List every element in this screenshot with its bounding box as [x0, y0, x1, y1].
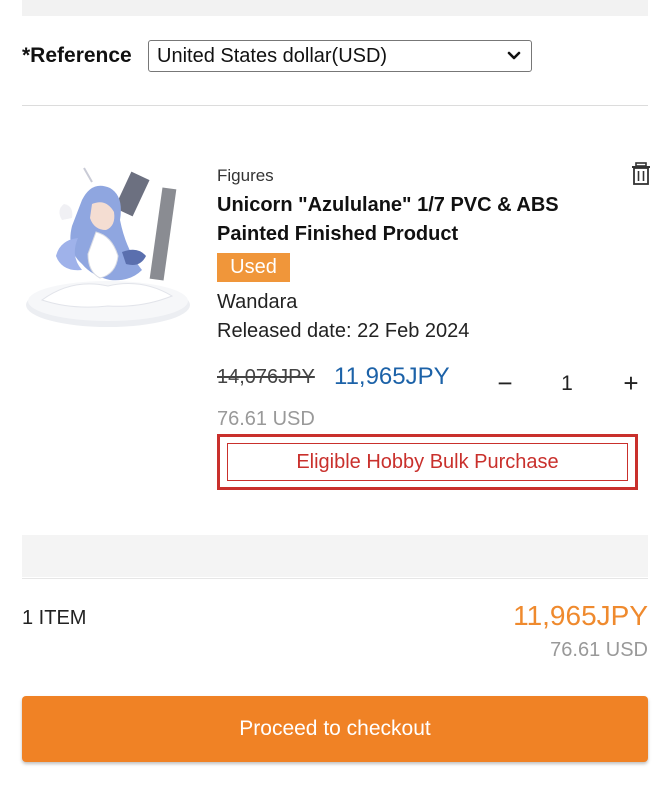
trash-icon[interactable]: [630, 162, 652, 186]
item-count: 1 ITEM: [22, 607, 87, 629]
quantity-value[interactable]: 1: [556, 372, 578, 396]
divider: [22, 578, 648, 579]
reference-row: *Reference United States dollar(USD): [22, 38, 532, 74]
sale-price: 11,965JPY: [334, 363, 450, 390]
divider: [22, 105, 648, 106]
release-date: Released date: 22 Feb 2024: [217, 320, 470, 342]
usd-price: 76.61 USD: [217, 408, 315, 430]
top-strip: [22, 0, 648, 16]
bulk-purchase-highlight: Eligible Hobby Bulk Purchase: [217, 434, 638, 490]
total-price-jpy: 11,965JPY: [513, 600, 648, 631]
chevron-down-icon: [507, 51, 521, 60]
proceed-to-checkout-button[interactable]: Proceed to checkout: [22, 696, 648, 762]
quantity-decrease-button[interactable]: −: [494, 368, 516, 398]
original-price: 14,076JPY: [217, 366, 315, 388]
quantity-increase-button[interactable]: +: [620, 368, 642, 398]
product-category: Figures: [217, 166, 274, 185]
product-image[interactable]: [22, 160, 194, 340]
section-separator: [22, 535, 648, 577]
product-maker: Wandara: [217, 291, 298, 313]
condition-badge: Used: [217, 253, 290, 282]
product-title[interactable]: Unicorn "Azululane" 1/7 PVC & ABS Painte…: [217, 191, 597, 249]
total-price-usd: 76.61 USD: [550, 639, 648, 661]
reference-label: *Reference: [22, 44, 132, 67]
currency-select[interactable]: United States dollar(USD): [148, 40, 532, 72]
currency-select-value: United States dollar(USD): [157, 44, 388, 67]
bulk-purchase-button[interactable]: Eligible Hobby Bulk Purchase: [227, 443, 628, 481]
